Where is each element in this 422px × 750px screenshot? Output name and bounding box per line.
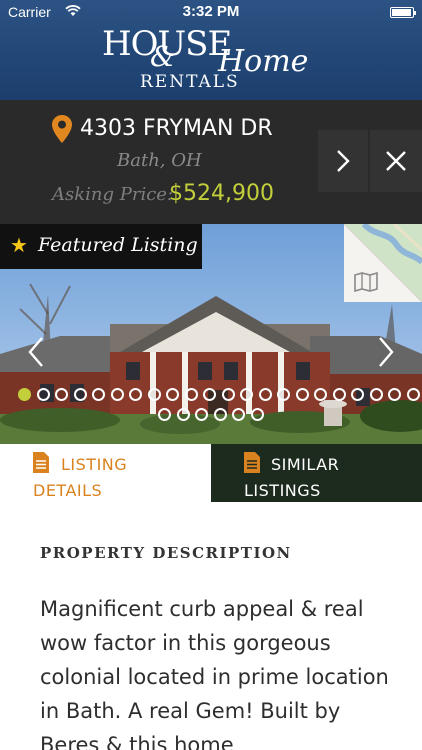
- tab-similar-listings[interactable]: SIMILAR LISTINGS: [211, 444, 422, 502]
- map-view-button[interactable]: [343, 224, 422, 303]
- logo-ampersand: &: [150, 40, 175, 73]
- tab-listing-label-line2: DETAILS: [33, 481, 103, 500]
- next-photo-button[interactable]: [370, 332, 400, 372]
- tab-similar-label-line2: LISTINGS: [244, 481, 321, 500]
- pagination-dot[interactable]: [314, 388, 328, 401]
- pagination-dot[interactable]: [258, 388, 272, 401]
- battery-icon: [390, 7, 416, 18]
- pagination-dot[interactable]: [73, 388, 87, 401]
- status-time: 3:32 PM: [182, 3, 240, 20]
- pagination-dot[interactable]: [369, 388, 383, 401]
- previous-photo-button[interactable]: [22, 332, 52, 372]
- pagination-dot[interactable]: [240, 388, 254, 401]
- close-button[interactable]: [370, 130, 422, 192]
- pagination-dot[interactable]: [406, 388, 420, 401]
- pagination-dot[interactable]: [332, 388, 346, 401]
- pagination-dot[interactable]: [184, 388, 198, 401]
- tab-similar-label-line1: SIMILAR: [271, 455, 340, 474]
- tab-listing-label-line1: LISTING: [61, 455, 128, 474]
- pagination-dot[interactable]: [92, 388, 106, 401]
- status-bar: Carrier 3:32 PM: [0, 0, 422, 24]
- chevron-right-icon: [337, 150, 350, 172]
- pagination-dot[interactable]: [213, 408, 227, 421]
- featured-listing-label: Featured Listing: [38, 234, 198, 256]
- pagination-dot[interactable]: [232, 408, 246, 421]
- property-description-heading: PROPERTY DESCRIPTION: [40, 544, 292, 562]
- tab-listing-details[interactable]: LISTING DETAILS: [0, 444, 211, 502]
- pagination-dot[interactable]: [36, 388, 50, 401]
- close-icon: [386, 151, 406, 171]
- pagination-dot[interactable]: [18, 388, 32, 401]
- pagination-dot[interactable]: [110, 388, 124, 401]
- pagination-dot[interactable]: [250, 408, 264, 421]
- pagination-dot[interactable]: [388, 388, 402, 401]
- listing-photo-carousel[interactable]: ★ Featured Listing: [0, 224, 422, 444]
- location-pin-icon: [52, 115, 72, 143]
- pagination-dot[interactable]: [351, 388, 365, 401]
- map-icon: [354, 272, 378, 292]
- pagination-dot[interactable]: [277, 388, 291, 401]
- listing-city: Bath, OH: [117, 150, 202, 171]
- pagination-dot[interactable]: [55, 388, 69, 401]
- pagination-dot[interactable]: [295, 388, 309, 401]
- app-header: Carrier 3:32 PM HOUSE & Home RENTALS: [0, 0, 422, 100]
- logo-rentals-text: RENTALS: [140, 72, 240, 92]
- app-logo: HOUSE & Home RENTALS: [100, 22, 324, 98]
- pagination-dot[interactable]: [129, 388, 143, 401]
- asking-price-label: Asking Price:: [52, 184, 174, 205]
- asking-price-value: $524,900: [169, 181, 274, 206]
- document-icon: [244, 452, 260, 473]
- listing-summary-bar: 4303 FRYMAN DR Bath, OH Asking Price: $5…: [0, 100, 422, 224]
- featured-listing-badge: ★ Featured Listing: [0, 224, 202, 269]
- pagination-dot[interactable]: [166, 388, 180, 401]
- pagination-dot[interactable]: [158, 408, 172, 421]
- next-listing-button[interactable]: [318, 130, 368, 192]
- photo-pagination-dots[interactable]: [0, 388, 422, 428]
- pagination-dot[interactable]: [195, 408, 209, 421]
- pagination-dot[interactable]: [147, 388, 161, 401]
- listing-street-address: 4303 FRYMAN DR: [80, 116, 273, 141]
- pagination-dot[interactable]: [203, 388, 217, 401]
- pagination-dot[interactable]: [176, 408, 190, 421]
- pagination-dot[interactable]: [221, 388, 235, 401]
- property-description-text: Magnificent curb appeal & real wow facto…: [40, 597, 389, 750]
- star-icon: ★: [10, 233, 28, 257]
- document-icon: [33, 452, 49, 473]
